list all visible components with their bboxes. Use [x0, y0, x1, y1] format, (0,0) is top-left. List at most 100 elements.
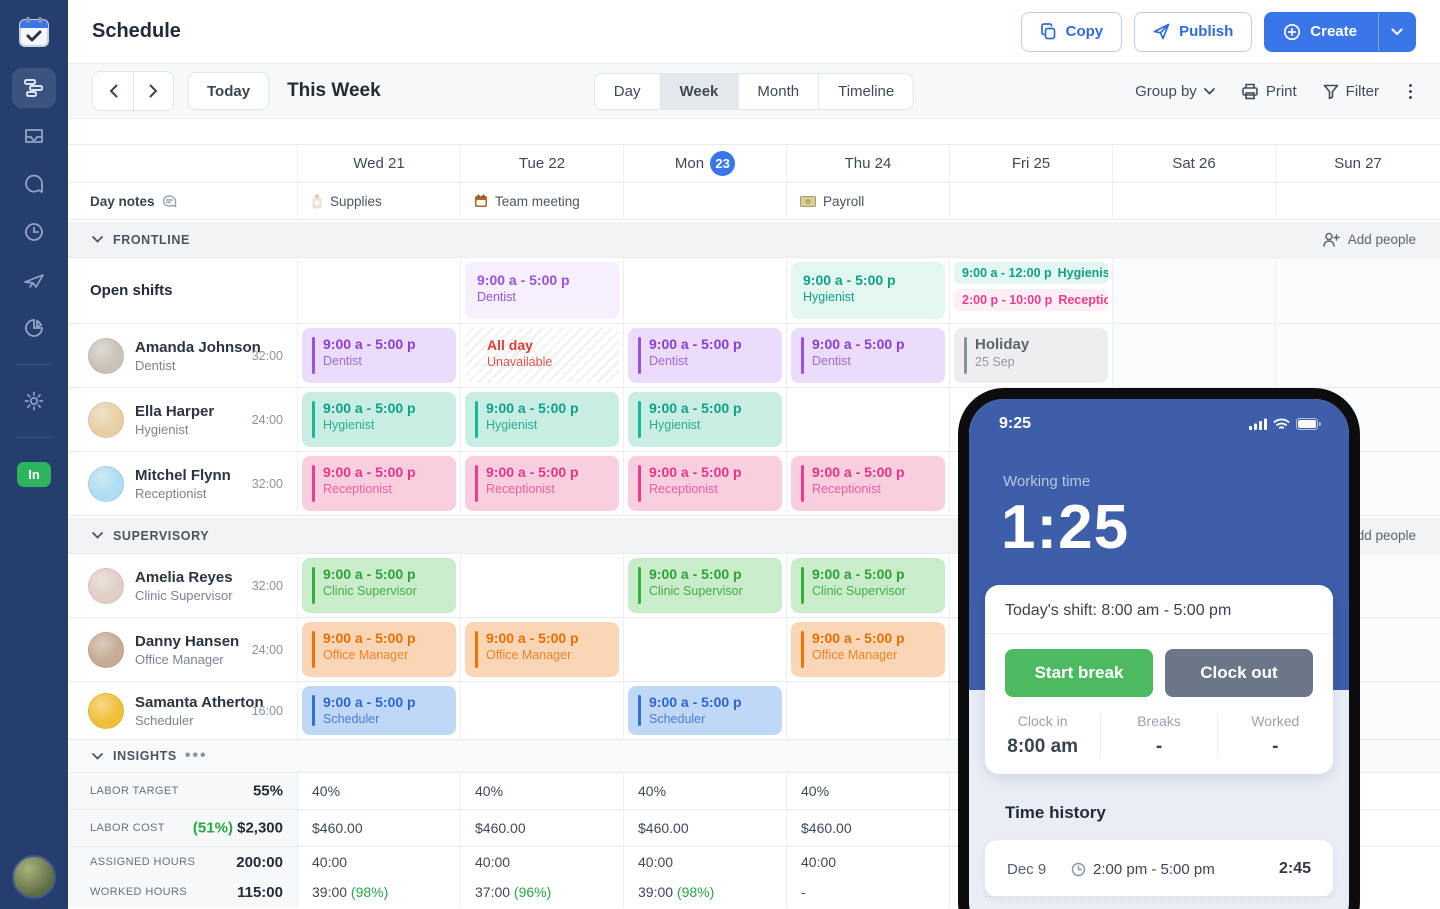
- schedule-cell[interactable]: [1113, 324, 1276, 387]
- day-note-cell[interactable]: Team meeting: [461, 183, 624, 219]
- schedule-cell[interactable]: 9:00 a - 5:00 pClinic Supervisor: [787, 554, 950, 617]
- schedule-cell[interactable]: 9:00 a - 5:00 pDentist: [787, 324, 950, 387]
- day-note-cell[interactable]: [1113, 183, 1276, 219]
- schedule-cell[interactable]: [298, 258, 461, 323]
- schedule-cell[interactable]: All dayUnavailable: [461, 324, 624, 387]
- section-collapse-toggle[interactable]: SUPERVISORY: [92, 529, 209, 543]
- schedule-cell[interactable]: 9:00 a - 12:00 pHygienist 2:00 p - 10:00 …: [950, 258, 1113, 323]
- shift-chip[interactable]: 9:00 a - 5:00 pReceptionist: [302, 456, 456, 511]
- open-shift-mini-chip[interactable]: 2:00 p - 10:00 pReceptio…: [954, 289, 1108, 311]
- create-button[interactable]: Create: [1264, 12, 1416, 52]
- clocked-in-badge[interactable]: In: [17, 462, 51, 487]
- schedule-cell[interactable]: 9:00 a - 5:00 pReceptionist: [461, 452, 624, 515]
- sidebar-item-reports[interactable]: [12, 308, 56, 348]
- schedule-cell[interactable]: [1276, 324, 1440, 387]
- shift-chip[interactable]: 9:00 a - 5:00 pOffice Manager: [302, 622, 456, 677]
- day-note[interactable]: Supplies: [298, 183, 460, 219]
- shift-chip[interactable]: 9:00 a - 5:00 pDentist: [628, 328, 782, 383]
- schedule-cell[interactable]: [624, 258, 787, 323]
- filter-button[interactable]: Filter: [1323, 83, 1379, 100]
- day-note-cell[interactable]: Supplies: [298, 183, 461, 219]
- shift-chip[interactable]: 9:00 a - 5:00 pHygienist: [302, 392, 456, 447]
- open-shift-mini-chip[interactable]: 9:00 a - 12:00 pHygienist: [954, 262, 1108, 284]
- insights-more-button[interactable]: •••: [185, 747, 208, 765]
- print-button[interactable]: Print: [1241, 83, 1297, 100]
- sidebar-item-time-off[interactable]: [12, 260, 56, 300]
- holiday-chip[interactable]: Holiday25 Sep: [954, 328, 1108, 383]
- schedule-cell[interactable]: 9:00 a - 5:00 pHygienist: [461, 388, 624, 451]
- app-logo-calendar-icon[interactable]: [12, 10, 56, 54]
- schedule-cell[interactable]: [787, 388, 950, 451]
- shift-chip[interactable]: 9:00 a - 5:00 pOffice Manager: [465, 622, 619, 677]
- schedule-cell[interactable]: [624, 618, 787, 681]
- today-button[interactable]: Today: [188, 72, 269, 110]
- shift-chip[interactable]: 9:00 a - 5:00 pHygienist: [628, 392, 782, 447]
- user-avatar[interactable]: [12, 855, 56, 899]
- schedule-cell[interactable]: 9:00 a - 5:00 pReceptionist: [787, 452, 950, 515]
- day-note[interactable]: Payroll: [787, 183, 949, 219]
- shift-chip[interactable]: 9:00 a - 5:00 pScheduler: [302, 686, 456, 735]
- shift-chip[interactable]: 9:00 a - 5:00 pReceptionist: [791, 456, 945, 511]
- prev-week-button[interactable]: [93, 72, 133, 110]
- schedule-cell[interactable]: 9:00 a - 5:00 pDentist: [624, 324, 787, 387]
- schedule-cell[interactable]: 9:00 a - 5:00 pClinic Supervisor: [298, 554, 461, 617]
- schedule-cell[interactable]: 9:00 a - 5:00 pOffice Manager: [461, 618, 624, 681]
- shift-chip[interactable]: 9:00 a - 5:00 pDentist: [791, 328, 945, 383]
- schedule-cell[interactable]: Holiday25 Sep: [950, 324, 1113, 387]
- open-shift-chip[interactable]: 9:00 a - 5:00 pDentist: [465, 262, 619, 319]
- unavailable-chip[interactable]: All dayUnavailable: [465, 328, 619, 383]
- schedule-cell[interactable]: 9:00 a - 5:00 pClinic Supervisor: [624, 554, 787, 617]
- schedule-cell[interactable]: [1113, 258, 1276, 323]
- schedule-cell[interactable]: 9:00 a - 5:00 pReceptionist: [624, 452, 787, 515]
- view-tab-week[interactable]: Week: [659, 74, 737, 109]
- publish-button[interactable]: Publish: [1134, 12, 1252, 52]
- insights-collapse-toggle[interactable]: INSIGHTS: [92, 749, 177, 763]
- schedule-cell[interactable]: [1276, 258, 1440, 323]
- sidebar-item-timeclock[interactable]: [12, 212, 56, 252]
- schedule-cell[interactable]: 9:00 a - 5:00 pScheduler: [624, 682, 787, 739]
- schedule-cell[interactable]: [461, 682, 624, 739]
- group-by-dropdown[interactable]: Group by: [1135, 83, 1215, 100]
- shift-chip[interactable]: 9:00 a - 5:00 pOffice Manager: [791, 622, 945, 677]
- day-note-cell[interactable]: Payroll: [787, 183, 950, 219]
- schedule-cell[interactable]: 9:00 a - 5:00 pHygienist: [298, 388, 461, 451]
- schedule-cell[interactable]: 9:00 a - 5:00 pOffice Manager: [787, 618, 950, 681]
- time-history-entry[interactable]: Dec 92:00 pm - 5:00 pm2:45: [985, 840, 1333, 897]
- shift-chip[interactable]: 9:00 a - 5:00 pScheduler: [628, 686, 782, 735]
- open-shift-chip[interactable]: 9:00 a - 5:00 pHygienist: [791, 262, 945, 319]
- day-note-cell[interactable]: [624, 183, 787, 219]
- schedule-cell[interactable]: 9:00 a - 5:00 pDentist: [298, 324, 461, 387]
- day-note-cell[interactable]: [1276, 183, 1440, 219]
- shift-chip[interactable]: 9:00 a - 5:00 pDentist: [302, 328, 456, 383]
- more-options-button[interactable]: [1405, 80, 1416, 103]
- add-people-button[interactable]: Add people: [1323, 232, 1416, 247]
- schedule-cell[interactable]: [461, 554, 624, 617]
- create-dropdown-caret[interactable]: [1378, 13, 1415, 51]
- sidebar-item-settings[interactable]: [12, 381, 56, 421]
- schedule-cell[interactable]: 9:00 a - 5:00 pScheduler: [298, 682, 461, 739]
- view-tab-day[interactable]: Day: [595, 74, 660, 109]
- sidebar-item-inbox[interactable]: [12, 116, 56, 156]
- day-note[interactable]: Team meeting: [461, 183, 623, 219]
- schedule-cell[interactable]: [787, 682, 950, 739]
- shift-chip[interactable]: 9:00 a - 5:00 pReceptionist: [465, 456, 619, 511]
- view-tab-timeline[interactable]: Timeline: [818, 74, 913, 109]
- sidebar-item-schedule[interactable]: [12, 68, 56, 108]
- shift-chip[interactable]: 9:00 a - 5:00 pHygienist: [465, 392, 619, 447]
- shift-chip[interactable]: 9:00 a - 5:00 pClinic Supervisor: [628, 558, 782, 613]
- sidebar-item-messages[interactable]: [12, 164, 56, 204]
- shift-chip[interactable]: 9:00 a - 5:00 pClinic Supervisor: [791, 558, 945, 613]
- day-note-cell[interactable]: [950, 183, 1113, 219]
- schedule-cell[interactable]: 9:00 a - 5:00 pOffice Manager: [298, 618, 461, 681]
- start-break-button[interactable]: Start break: [1005, 649, 1153, 697]
- view-tab-month[interactable]: Month: [737, 74, 818, 109]
- schedule-cell[interactable]: 9:00 a - 5:00 pHygienist: [787, 258, 950, 323]
- next-week-button[interactable]: [133, 72, 173, 110]
- section-collapse-toggle[interactable]: FRONTLINE: [92, 233, 190, 247]
- copy-button[interactable]: Copy: [1021, 12, 1123, 52]
- schedule-cell[interactable]: 9:00 a - 5:00 pDentist: [461, 258, 624, 323]
- shift-chip[interactable]: 9:00 a - 5:00 pClinic Supervisor: [302, 558, 456, 613]
- shift-chip[interactable]: 9:00 a - 5:00 pReceptionist: [628, 456, 782, 511]
- clock-out-button[interactable]: Clock out: [1165, 649, 1313, 697]
- schedule-cell[interactable]: 9:00 a - 5:00 pReceptionist: [298, 452, 461, 515]
